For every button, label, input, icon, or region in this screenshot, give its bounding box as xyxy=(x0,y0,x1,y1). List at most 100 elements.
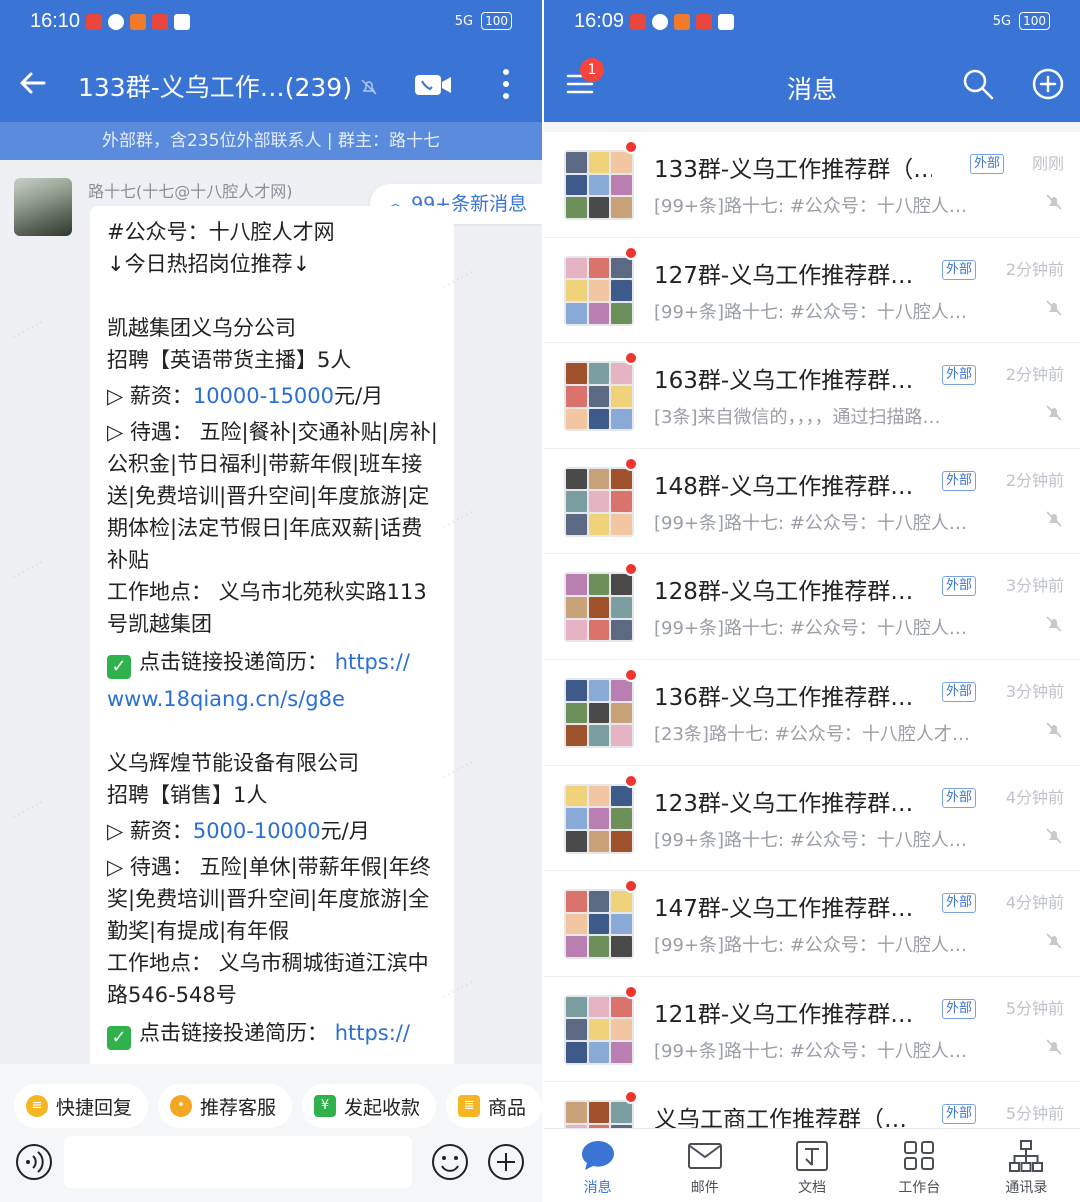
sender-name: 路十七(十七@十八腔人才网) xyxy=(88,182,293,201)
payment-button[interactable]: ¥ 发起收款 xyxy=(302,1084,437,1128)
job-location: 工作地点： 义乌市北苑秋实路113号凯越集团 xyxy=(107,580,427,636)
conversation-time: 2分钟前 xyxy=(1005,365,1064,385)
search-icon[interactable] xyxy=(962,68,994,100)
job-title: 招聘【英语带货主播】5人 xyxy=(107,348,352,372)
conversation-name: 127群-义乌工作推荐群… xyxy=(654,262,914,289)
conversation-preview: [99+条]路十七: #公众号：十八腔人… xyxy=(654,829,967,851)
group-avatar xyxy=(564,361,634,432)
job-benefits: ▷ 待遇： 五险|餐补|交通补贴|房补|公积金|节日福利|带薪年假|班车接送|免… xyxy=(107,420,438,572)
apply-link[interactable]: https:// xyxy=(335,650,410,674)
battery-icon: 100 xyxy=(1019,12,1050,30)
conversation-preview: [23条]路十七: #公众号：十八腔人才… xyxy=(654,723,970,745)
conversation-preview: [99+条]路十七: #公众号：十八腔人… xyxy=(654,196,967,217)
salary-value[interactable]: 10000-15000 xyxy=(193,384,334,408)
tab-workbench[interactable]: 工作台 xyxy=(866,1129,973,1202)
conversation-item[interactable]: 123群-义乌工作推荐群… 外部 4分钟前 [99+条]路十七: #公众号：十八腔人… xyxy=(544,765,1080,872)
salary-value[interactable]: 5000-10000 xyxy=(193,819,321,843)
watermark: ······· xyxy=(7,552,48,587)
message-bubble[interactable]: #公众号：十八腔人才网 ↓今日热招岗位推荐↓ 凯越集团义乌分公司 招聘【英语带货… xyxy=(90,206,454,1064)
unread-dot xyxy=(624,456,638,471)
conversation-item[interactable]: 127群-义乌工作推荐群… 外部 2分钟前 [99+条]路十七: #公众号：十八腔人… xyxy=(544,237,1080,344)
conversation-item[interactable]: 136群-义乌工作推荐群… 外部 3分钟前 [23条]路十七: #公众号：十八腔人才… xyxy=(544,659,1080,766)
conversation-item[interactable]: 128群-义乌工作推荐群… 外部 3分钟前 [99+条]路十七: #公众号：十八腔人… xyxy=(544,554,1080,660)
external-tag: 外部 xyxy=(942,998,977,1019)
status-bar: 16:09 5G 100 xyxy=(544,0,1080,48)
conversation-preview: [99+条]路十七: #公众号：十八腔人… xyxy=(654,512,967,534)
sender-avatar[interactable] xyxy=(14,178,72,236)
group-avatar xyxy=(564,255,634,326)
video-call-icon[interactable] xyxy=(414,72,452,98)
external-tag: 外部 xyxy=(942,893,977,914)
job-company: 义乌辉煌节能设备有限公司 xyxy=(107,751,359,775)
conversation-preview: [3条]来自微信的，，，，通过扫描路… xyxy=(654,407,941,429)
muted-bell-icon xyxy=(1046,616,1062,632)
external-tag: 外部 xyxy=(942,787,977,808)
external-tag: 外部 xyxy=(942,259,977,280)
status-time: 16:09 xyxy=(574,10,625,32)
group-avatar xyxy=(564,994,634,1065)
job-salary: ▷ 薪资：5000-10000元/月 xyxy=(107,819,370,843)
unread-dot xyxy=(624,140,638,154)
external-tag: 外部 xyxy=(942,681,977,702)
back-arrow-icon[interactable] xyxy=(18,68,48,98)
group-info-banner[interactable]: 外部群，含235位外部联系人 | 群主：路十七 xyxy=(0,122,542,160)
conversation-time: 2分钟前 xyxy=(1005,470,1064,490)
conversation-preview: [99+条]路十七: #公众号：十八腔人… xyxy=(654,1040,967,1062)
conversation-name: 136群-义乌工作推荐群… xyxy=(654,684,914,711)
external-tag: 外部 xyxy=(942,365,977,386)
apply-link[interactable]: www.18qiang.cn/s/g8e xyxy=(107,683,442,715)
chat-messages[interactable]: 路十七(十七@十八腔人才网) ︽ 99+条新消息 #公众号：十八腔人才网 ↓今日… xyxy=(0,160,542,1064)
payment-icon: ¥ xyxy=(314,1095,337,1117)
tab-contacts[interactable]: 通讯录 xyxy=(973,1129,1080,1202)
mail-icon xyxy=(687,1143,722,1169)
add-circle-icon[interactable] xyxy=(1032,68,1064,100)
signal-label: 5G xyxy=(992,13,1012,29)
conversation-item[interactable]: 121群-义乌工作推荐群… 外部 5分钟前 [99+条]路十七: #公众号：十八腔人… xyxy=(544,976,1080,1083)
conversation-item[interactable]: 163群-义乌工作推荐群… 外部 2分钟前 [3条]来自微信的，，，，通过扫描路… xyxy=(544,343,1080,449)
conversation-list: 133群-义乌工作推荐群（… 外部 刚刚 [99+条]路十七: #公众号：十八腔人… 1… xyxy=(544,132,1080,1188)
unread-dot xyxy=(624,773,638,788)
tab-mail[interactable]: 邮件 xyxy=(651,1129,758,1202)
conversation-time: 4分钟前 xyxy=(1005,893,1064,913)
message-input[interactable] xyxy=(64,1136,412,1188)
status-time: 16:10 xyxy=(30,10,81,32)
external-tag: 外部 xyxy=(970,154,1005,174)
recommend-service-button[interactable]: • 推荐客服 xyxy=(158,1084,293,1128)
signal-label: 5G xyxy=(454,13,474,29)
message-line: #公众号：十八腔人才网 xyxy=(107,220,335,244)
tab-messages[interactable]: 消息 xyxy=(544,1129,651,1202)
unread-dot xyxy=(624,351,638,366)
notification-icons xyxy=(630,14,734,30)
conversation-name: 147群-义乌工作推荐群… xyxy=(654,896,914,923)
conversation-name: 128群-义乌工作推荐群… xyxy=(654,579,914,606)
muted-bell-icon xyxy=(1046,511,1062,527)
voice-input-icon[interactable] xyxy=(14,1142,54,1182)
tab-docs[interactable]: 文档 xyxy=(758,1129,865,1202)
external-tag: 外部 xyxy=(942,576,977,597)
conversation-item[interactable]: 133群-义乌工作推荐群（… 外部 刚刚 [99+条]路十七: #公众号：十八腔人… xyxy=(544,132,1080,238)
apply-link[interactable]: https:// xyxy=(335,1021,410,1045)
more-plus-icon[interactable] xyxy=(486,1142,526,1182)
apply-line: ✓ 点击链接投递简历： https:// xyxy=(107,646,442,679)
conversation-time: 刚刚 xyxy=(1031,154,1064,173)
muted-bell-icon xyxy=(1046,722,1062,738)
unread-dot xyxy=(624,667,638,682)
notification-icons xyxy=(86,14,190,30)
conversation-item[interactable]: 148群-义乌工作推荐群… 外部 2分钟前 [99+条]路十七: #公众号：十八腔人… xyxy=(544,448,1080,555)
muted-bell-icon xyxy=(1046,1039,1062,1055)
product-button[interactable]: ≣ 商品 xyxy=(446,1084,542,1128)
quick-reply-button[interactable]: ≡ 快捷回复 xyxy=(14,1084,149,1128)
org-chart-icon xyxy=(1009,1140,1044,1172)
more-options-icon[interactable] xyxy=(496,66,516,102)
job-title: 招聘【销售】1人 xyxy=(107,783,268,807)
emoji-icon[interactable] xyxy=(430,1142,470,1182)
conversation-name: 123群-义乌工作推荐群… xyxy=(654,790,914,817)
muted-bell-icon xyxy=(1046,300,1062,316)
conversation-item[interactable]: 147群-义乌工作推荐群… 外部 4分钟前 [99+条]路十七: #公众号：十八腔人… xyxy=(544,871,1080,977)
messages-header: 1 消息 xyxy=(544,48,1080,122)
watermark: ······· xyxy=(7,792,48,827)
group-avatar xyxy=(564,677,634,748)
system-status: 5G 100 xyxy=(455,12,512,30)
external-tag: 外部 xyxy=(942,1104,977,1125)
mute-bell-icon xyxy=(361,79,377,95)
